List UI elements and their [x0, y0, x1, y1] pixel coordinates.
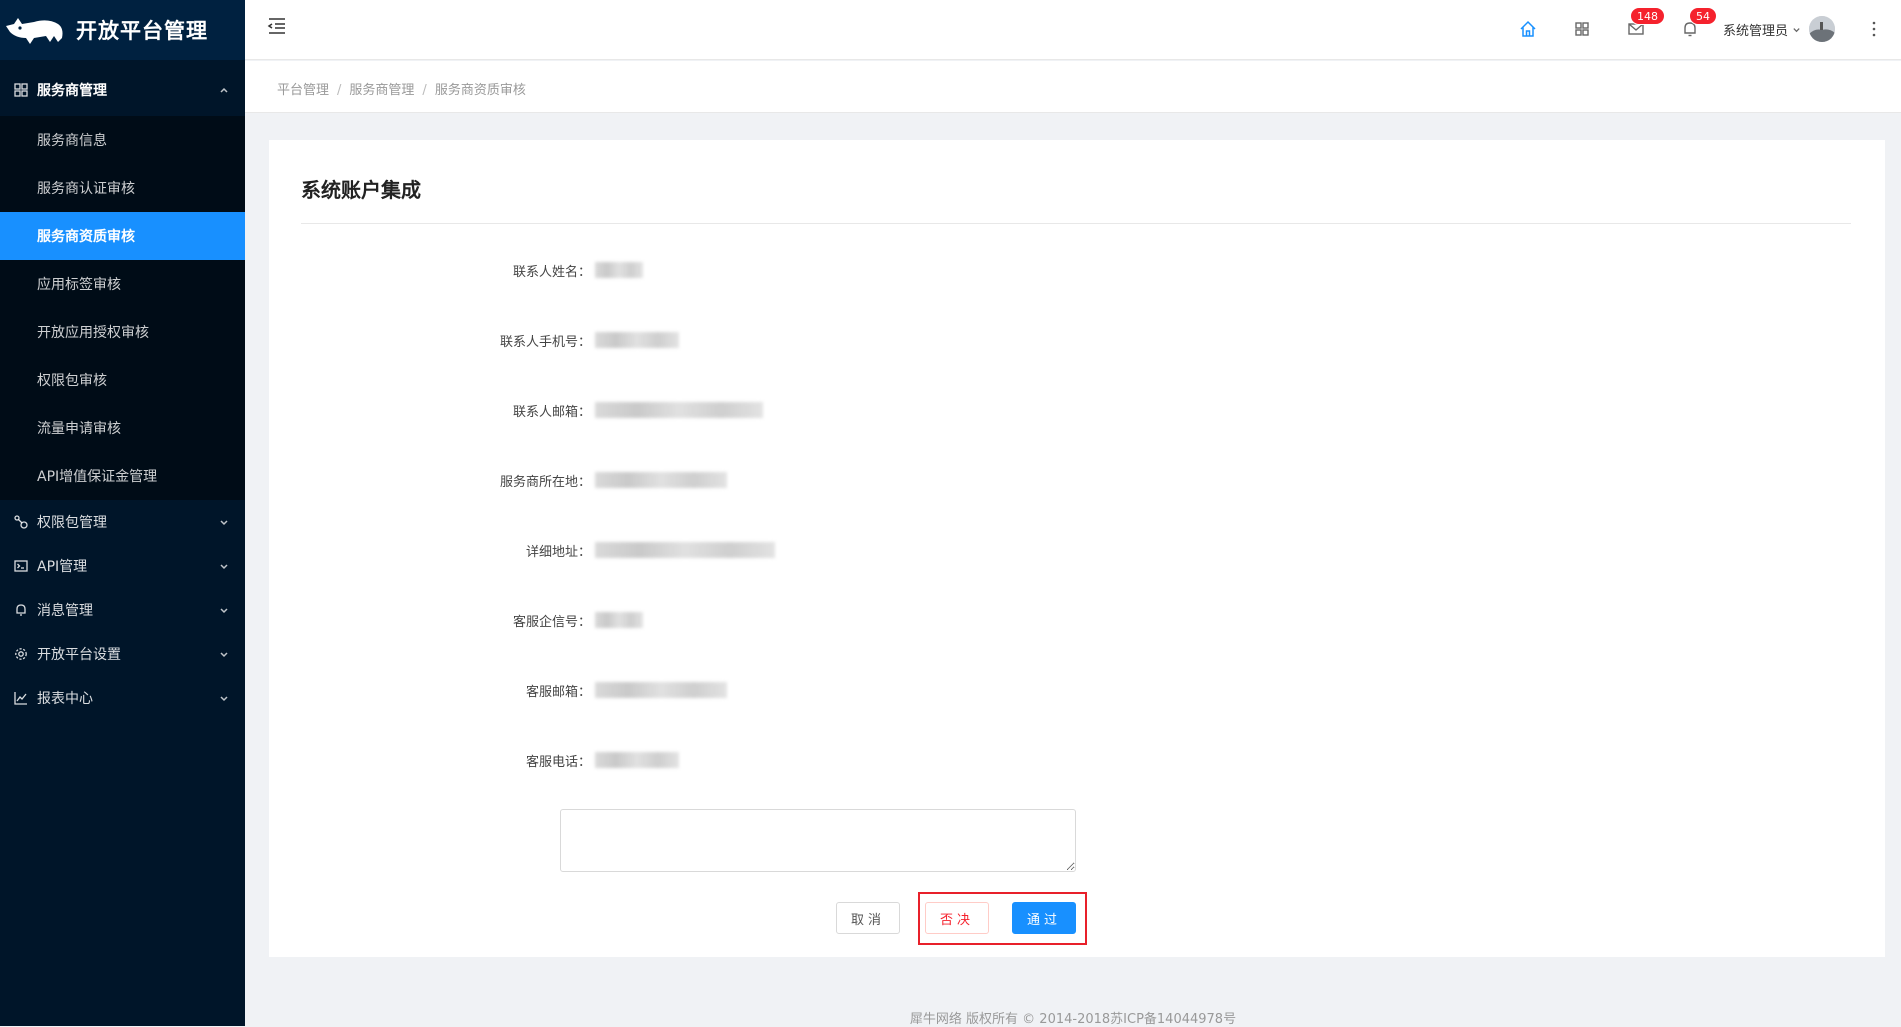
redacted-value	[595, 752, 679, 768]
home-icon[interactable]	[1519, 20, 1537, 38]
sidebar-item-provider-info[interactable]: 服务商信息	[0, 116, 245, 164]
field-label: 客服邮箱：	[525, 684, 591, 700]
menu-group-label: 服务商管理	[37, 83, 107, 99]
field-label: 联系人姓名：	[512, 264, 591, 280]
redacted-value	[595, 262, 643, 278]
field-support-wechat: 客服企信号：	[269, 610, 643, 630]
menu-group-label: 报表中心	[37, 691, 93, 707]
breadcrumb-separator: /	[337, 83, 342, 98]
sidebar-item-app-auth-review[interactable]: 开放应用授权审核	[0, 308, 245, 356]
field-label: 联系人邮箱：	[512, 404, 591, 420]
menu-group-api[interactable]: API管理	[0, 544, 245, 588]
avatar-image	[1809, 16, 1836, 42]
top-header: 148 54 系统管理员	[245, 0, 1901, 60]
chevron-down-icon	[220, 520, 228, 526]
redacted-value	[595, 682, 727, 698]
field-label: 客服电话：	[525, 754, 591, 770]
menu-group-service-provider[interactable]: 服务商管理	[0, 64, 245, 116]
menu-group-messages[interactable]: 消息管理	[0, 588, 245, 632]
field-contact-email: 联系人邮箱：	[269, 400, 763, 420]
menu-group-label: 消息管理	[37, 603, 93, 619]
field-label: 客服企信号：	[512, 614, 591, 630]
menu-group-reports[interactable]: 报表中心	[0, 676, 245, 720]
chevron-down-icon	[1793, 27, 1800, 32]
approve-button[interactable]: 通过	[1012, 902, 1076, 934]
sidebar-item-app-tag-review[interactable]: 应用标签审核	[0, 260, 245, 308]
sidebar-item-api-deposit[interactable]: API增值保证金管理	[0, 452, 245, 500]
breadcrumb-item-platform[interactable]: 平台管理	[277, 83, 329, 98]
chevron-down-icon	[220, 696, 228, 702]
menu-group-label: 开放平台设置	[37, 647, 121, 663]
submenu-service-provider: 服务商信息 服务商认证审核 服务商资质审核 应用标签审核 开放应用授权审核 权限…	[0, 116, 245, 500]
breadcrumb: 平台管理 / 服务商管理 / 服务商资质审核	[277, 79, 526, 98]
rhino-logo-icon	[6, 18, 63, 44]
messages-badge: 148	[1630, 7, 1665, 25]
redacted-value	[595, 332, 679, 348]
chevron-down-icon	[220, 564, 228, 570]
breadcrumb-item-provider-management[interactable]: 服务商管理	[349, 83, 414, 98]
title-divider	[301, 223, 1851, 224]
app-title: 开放平台管理	[76, 19, 208, 43]
chevron-down-icon	[220, 608, 228, 614]
gear-icon	[15, 648, 27, 660]
sidebar: 开放平台管理 服务商管理 服务商信息 服务商认证审核 服务商资质审核 应用标签审…	[0, 0, 245, 1026]
menu-group-platform-settings[interactable]: 开放平台设置	[0, 632, 245, 676]
sidebar-item-permission-pack-review[interactable]: 权限包审核	[0, 356, 245, 404]
sidebar-item-provider-qualification[interactable]: 服务商资质审核	[0, 212, 245, 260]
cancel-button[interactable]: 取消	[836, 902, 900, 934]
field-contact-name: 联系人姓名：	[269, 260, 643, 280]
more-vertical-icon[interactable]	[1871, 20, 1877, 38]
logo[interactable]: 开放平台管理	[0, 0, 245, 60]
redacted-value	[595, 472, 727, 488]
field-support-email: 客服邮箱：	[269, 680, 727, 700]
appstore-icon[interactable]	[1573, 20, 1591, 38]
field-support-phone: 客服电话：	[269, 750, 679, 770]
field-label: 服务商所在地：	[499, 474, 591, 490]
redacted-value	[595, 402, 763, 418]
field-label: 联系人手机号：	[499, 334, 591, 350]
content-card: 系统账户集成 联系人姓名： 联系人手机号： 联系人邮箱： 服务商所在地： 详细地…	[269, 140, 1885, 957]
reject-button[interactable]: 否决	[925, 902, 989, 934]
line-chart-icon	[14, 692, 27, 705]
user-menu[interactable]: 系统管理员	[1723, 14, 1836, 44]
menu-group-label: API管理	[37, 559, 88, 575]
sidebar-item-provider-certification[interactable]: 服务商认证审核	[0, 164, 245, 212]
breadcrumb-separator: /	[422, 83, 427, 98]
chevron-down-icon	[220, 652, 228, 658]
redacted-value	[595, 542, 775, 558]
review-remark-textarea[interactable]	[560, 809, 1076, 872]
share-node-icon	[14, 515, 28, 529]
breadcrumb-bar: 平台管理 / 服务商管理 / 服务商资质审核	[245, 61, 1901, 113]
field-detailed-address: 详细地址：	[269, 540, 775, 560]
field-provider-location: 服务商所在地：	[269, 470, 727, 490]
breadcrumb-item-current: 服务商资质审核	[434, 83, 526, 98]
avatar[interactable]	[1809, 16, 1836, 42]
side-menu: 服务商管理 服务商信息 服务商认证审核 服务商资质审核 应用标签审核 开放应用授…	[0, 64, 245, 720]
bell-icon	[16, 604, 26, 616]
redacted-value	[595, 612, 643, 628]
menu-group-permission-pack[interactable]: 权限包管理	[0, 500, 245, 544]
field-label: 详细地址：	[525, 544, 591, 560]
notifications-badge: 54	[1689, 7, 1717, 25]
chevron-up-icon	[220, 87, 228, 93]
sidebar-item-traffic-review[interactable]: 流量申请审核	[0, 404, 245, 452]
footer-copyright: 犀牛网络 版权所有 © 2014-2018苏ICP备14044978号	[909, 1012, 1237, 1027]
user-name: 系统管理员	[1723, 23, 1789, 39]
menu-fold-icon[interactable]	[267, 16, 287, 36]
field-contact-phone: 联系人手机号：	[269, 330, 679, 350]
terminal-icon	[14, 560, 28, 572]
appstore-icon	[14, 83, 28, 97]
page-title: 系统账户集成	[301, 178, 421, 202]
menu-group-label: 权限包管理	[37, 515, 107, 531]
